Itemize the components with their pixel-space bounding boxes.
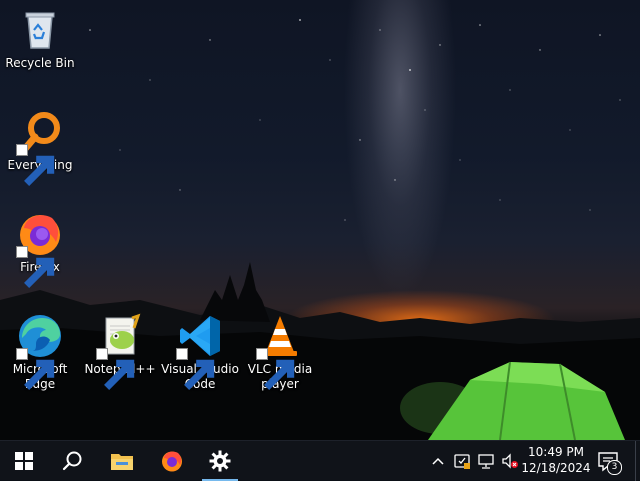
search-icon: [62, 451, 82, 471]
clock-time: 10:49 PM: [528, 445, 584, 459]
volume-muted-icon: [502, 453, 518, 469]
volume-button[interactable]: [500, 451, 520, 471]
windows-start-icon: [15, 452, 33, 470]
shortcut-arrow-icon: [256, 348, 295, 390]
shortcut-arrow-icon: [16, 246, 55, 288]
shortcut-arrow-icon: [16, 144, 55, 186]
file-explorer-button[interactable]: [98, 441, 146, 481]
network-button[interactable]: [476, 451, 496, 471]
shortcut-arrow-icon: [96, 348, 135, 390]
shortcut-arrow-icon: [176, 348, 215, 390]
search-button[interactable]: [48, 441, 96, 481]
taskbar: 10:49 PM 12/18/2024 3: [0, 440, 640, 481]
notification-count-badge: 3: [607, 460, 622, 475]
settings-taskbar-button[interactable]: [196, 441, 244, 481]
tray-app-button[interactable]: [452, 451, 472, 471]
shortcut-arrow-icon: [16, 348, 55, 390]
recycle-bin-shortcut[interactable]: Recycle Bin: [0, 6, 80, 71]
chevron-up-icon: [432, 457, 444, 465]
recycle-bin-icon: [25, 12, 55, 49]
clock-date: 12/18/2024: [521, 461, 591, 475]
desktop-icon-label: Recycle Bin: [5, 56, 75, 70]
start-button[interactable]: [0, 441, 48, 481]
firefox-taskbar-button[interactable]: [148, 441, 196, 481]
edge-shortcut[interactable]: Microsoft Edge: [0, 312, 80, 392]
vlc-shortcut[interactable]: VLC media player: [240, 312, 320, 392]
app-tray-icon: [454, 454, 470, 469]
show-desktop-button[interactable]: [635, 441, 640, 481]
notepadpp-shortcut[interactable]: Notepad++: [80, 312, 160, 390]
clock[interactable]: 10:49 PM 12/18/2024: [520, 444, 592, 476]
network-icon: [478, 454, 494, 469]
firefox-shortcut[interactable]: Firefox: [0, 210, 80, 288]
desktop[interactable]: Recycle Bin Everything Firefox Microsoft…: [0, 0, 640, 440]
settings-gear-icon: [209, 450, 231, 472]
file-explorer-icon: [111, 454, 133, 470]
action-center-button[interactable]: 3: [596, 449, 622, 475]
everything-shortcut[interactable]: Everything: [0, 108, 80, 186]
vscode-shortcut[interactable]: Visual Studio Code: [160, 312, 240, 392]
firefox-icon: [162, 451, 182, 472]
show-hidden-icons-button[interactable]: [428, 451, 448, 471]
